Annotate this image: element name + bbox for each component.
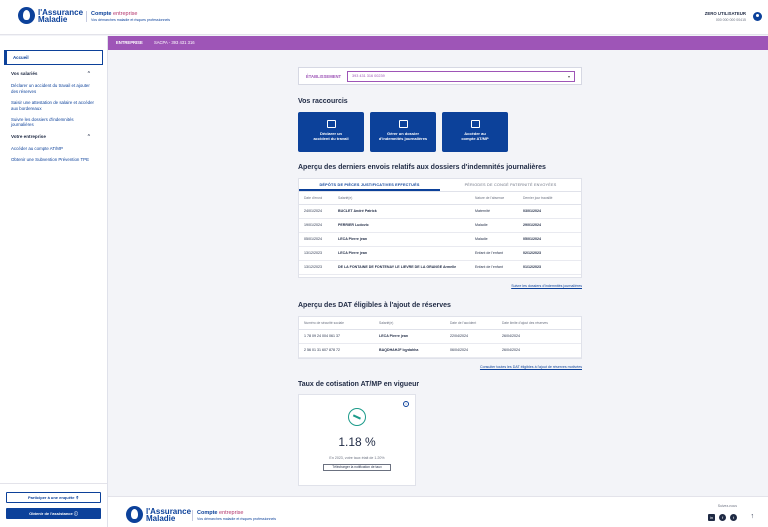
back-to-top-icon[interactable]: ↑ bbox=[751, 513, 755, 520]
logo-mark-icon bbox=[18, 7, 35, 24]
linkedin-icon[interactable]: in bbox=[708, 514, 715, 521]
sidebar-item-declare-accident[interactable]: Déclarer un accident du travail et ajout… bbox=[0, 83, 107, 94]
help-circle-icon: ⓘ bbox=[73, 511, 78, 516]
shortcut-declare-accident[interactable]: Déclarer un accident du travail bbox=[298, 112, 364, 152]
shortcut-indemnity-file[interactable]: Gérer un dossier d'indemnités journalièr… bbox=[370, 112, 436, 152]
sidebar-footer: Participer à une enquête ⇮ Obtenir de l'… bbox=[0, 483, 107, 527]
product-accent: entreprise bbox=[113, 11, 138, 17]
establishment-value: 393 431 316 00239 bbox=[352, 74, 385, 78]
dat-table: Numéro de sécurité sociale Salarié(e) Da… bbox=[299, 317, 581, 358]
chevron-up-icon: ⌃ bbox=[86, 71, 91, 78]
dat-link[interactable]: Consulter toutes les DAT éligibles à l'a… bbox=[298, 365, 582, 369]
establishment-label: ÉTABLISSEMENT bbox=[306, 74, 342, 79]
survey-button[interactable]: Participer à une enquête ⇮ bbox=[6, 492, 101, 503]
shortcuts-title: Vos raccourcis bbox=[298, 98, 348, 105]
download-notification-button[interactable]: Télécharger la notification de taux bbox=[323, 464, 391, 471]
info-icon[interactable]: i bbox=[403, 401, 409, 407]
product-subtitle: Vos démarches maladie et risques profess… bbox=[91, 18, 171, 22]
table-row[interactable]: 19/01/2024 PERRIER Ludovic Maladie 29/01… bbox=[299, 218, 581, 233]
table-row[interactable]: 1 78 09 24 004 061 37 LECA Pierre jean 2… bbox=[299, 329, 581, 344]
table-row[interactable]: 05/01/2024 LECA Pierre jean Maladie 05/0… bbox=[299, 232, 581, 247]
logo-mark-icon bbox=[126, 506, 143, 523]
indemnities-link[interactable]: Suivre les dossiers d'indemnités journal… bbox=[298, 284, 582, 288]
sidebar-item-subvention[interactable]: Obtenir une Subvention Prévention TPE bbox=[0, 157, 107, 162]
column-header: Date limite d'ajout des réserves bbox=[497, 317, 581, 330]
user-id: 000 000 000 00415 bbox=[715, 18, 746, 22]
column-header: Nature de l'absence bbox=[470, 192, 518, 205]
column-header: Salarié(e) bbox=[333, 192, 470, 205]
sidebar-item-indemnity-files[interactable]: Suivre les dossiers d'indemnités journal… bbox=[0, 117, 107, 128]
column-header: Salarié(e) bbox=[374, 317, 445, 330]
column-header: Date d'envoi bbox=[299, 192, 333, 205]
sidebar-section-employees[interactable]: Vos salariés ⌃ bbox=[0, 71, 107, 77]
product-title: Compte bbox=[91, 11, 112, 17]
social-links: in f t bbox=[708, 514, 737, 521]
follow-us-label: Suivez-nous bbox=[717, 504, 737, 508]
footer-product-block: Compte entreprise Vos démarches maladie … bbox=[192, 510, 276, 521]
chevron-down-icon: ▾ bbox=[567, 74, 570, 79]
table-header-row: Date d'envoi Salarié(e) Nature de l'abse… bbox=[299, 192, 581, 205]
table-row[interactable]: 13/12/2023 DE LA FONTAINE DE FONTENAY LE… bbox=[299, 260, 581, 275]
sidebar-section-label: Vos salariés bbox=[11, 71, 38, 77]
accident-form-icon bbox=[326, 120, 336, 128]
context-value: SACPA - 393 431 316 bbox=[153, 40, 195, 45]
indemnities-tabs: DÉPÔTS DE PIÈCES JUSTIFICATIVES EFFECTUÉ… bbox=[299, 179, 581, 192]
logo-line2: Maladie bbox=[38, 14, 68, 24]
shortcut-atmp-account[interactable]: Accéder au compte AT/MP bbox=[442, 112, 508, 152]
indemnities-card: DÉPÔTS DE PIÈCES JUSTIFICATIVES EFFECTUÉ… bbox=[298, 178, 582, 278]
table-row[interactable]: 2 56 01 31 607 878 72 BAQDHAHJF Iqydahha… bbox=[299, 343, 581, 358]
table-header-row: Numéro de sécurité sociale Salarié(e) Da… bbox=[299, 317, 581, 330]
sidebar-item-atmp-account[interactable]: Accéder au compte AT/MP bbox=[0, 146, 107, 151]
trend-down-icon bbox=[348, 408, 366, 426]
establishment-selector: ÉTABLISSEMENT 393 431 316 00239 ▾ bbox=[298, 67, 582, 85]
user-block[interactable]: ZERO UTILISATEUR 000 000 000 00415 bbox=[705, 11, 746, 22]
rate-card: i 1.18 % En 2023, votre taux était de 1.… bbox=[298, 394, 416, 486]
chevron-up-icon: ⌃ bbox=[86, 133, 91, 140]
tab-documents[interactable]: DÉPÔTS DE PIÈCES JUSTIFICATIVES EFFECTUÉ… bbox=[299, 179, 440, 191]
rate-title: Taux de cotisation AT/MP en vigueur bbox=[298, 381, 420, 388]
tab-paternity[interactable]: PÉRIODES DE CONGÉ PATERNITÉ ENVOYÉES bbox=[440, 179, 581, 191]
folder-icon bbox=[398, 120, 408, 128]
column-header: Dernier jour travaillé bbox=[518, 192, 581, 205]
top-header: l'Assurance Maladie Compte entreprise Vo… bbox=[0, 0, 768, 35]
table-row[interactable]: 13/12/2023 LECA Pierre jean Enfant de l'… bbox=[299, 246, 581, 261]
assurance-maladie-logo[interactable]: l'Assurance Maladie bbox=[18, 7, 83, 24]
dat-card: Numéro de sécurité sociale Salarié(e) Da… bbox=[298, 316, 582, 359]
column-header: Date de l'accident bbox=[445, 317, 497, 330]
user-name: ZERO UTILISATEUR bbox=[704, 11, 746, 16]
establishment-select[interactable]: 393 431 316 00239 ▾ bbox=[347, 71, 575, 82]
sidebar-section-label: Votre entreprise bbox=[11, 133, 46, 139]
indemnities-title: Aperçu des derniers envois relatifs aux … bbox=[298, 164, 546, 171]
dat-title: Aperçu des DAT éligibles à l'ajout de ré… bbox=[298, 302, 451, 309]
facebook-icon[interactable]: f bbox=[719, 514, 726, 521]
indemnities-table: Date d'envoi Salarié(e) Nature de l'abse… bbox=[299, 192, 581, 275]
sidebar-item-salary-certificate[interactable]: Saisir une attestation de salaire et acc… bbox=[0, 100, 107, 111]
user-avatar-icon[interactable] bbox=[753, 12, 762, 21]
footer-logo[interactable]: l'Assurance Maladie bbox=[126, 506, 191, 523]
company-context-bar: ENTREPRISE SACPA - 393 431 316 bbox=[108, 36, 768, 50]
thumb-up-icon: ⇮ bbox=[75, 495, 79, 500]
column-header: Numéro de sécurité sociale bbox=[299, 317, 374, 330]
account-icon bbox=[470, 120, 480, 128]
rate-previous-text: En 2023, votre taux était de 1.20% bbox=[329, 456, 385, 460]
product-title-block: Compte entreprise Vos démarches maladie … bbox=[86, 11, 170, 22]
table-row[interactable]: 24/01/2024 BUCLET André Patrick Maternit… bbox=[299, 204, 581, 219]
context-label: ENTREPRISE bbox=[116, 40, 143, 45]
help-button[interactable]: Obtenir de l'assistance ⓘ bbox=[6, 508, 101, 519]
footer: l'Assurance Maladie Compte entreprise Vo… bbox=[108, 496, 768, 527]
rate-value: 1.18 % bbox=[338, 435, 376, 449]
sidebar-item-home[interactable]: Accueil bbox=[4, 50, 103, 66]
sidebar: Accueil Vos salariés ⌃ Déclarer un accid… bbox=[0, 36, 108, 527]
twitter-icon[interactable]: t bbox=[730, 514, 737, 521]
sidebar-section-company[interactable]: Votre entreprise ⌃ bbox=[0, 134, 107, 140]
